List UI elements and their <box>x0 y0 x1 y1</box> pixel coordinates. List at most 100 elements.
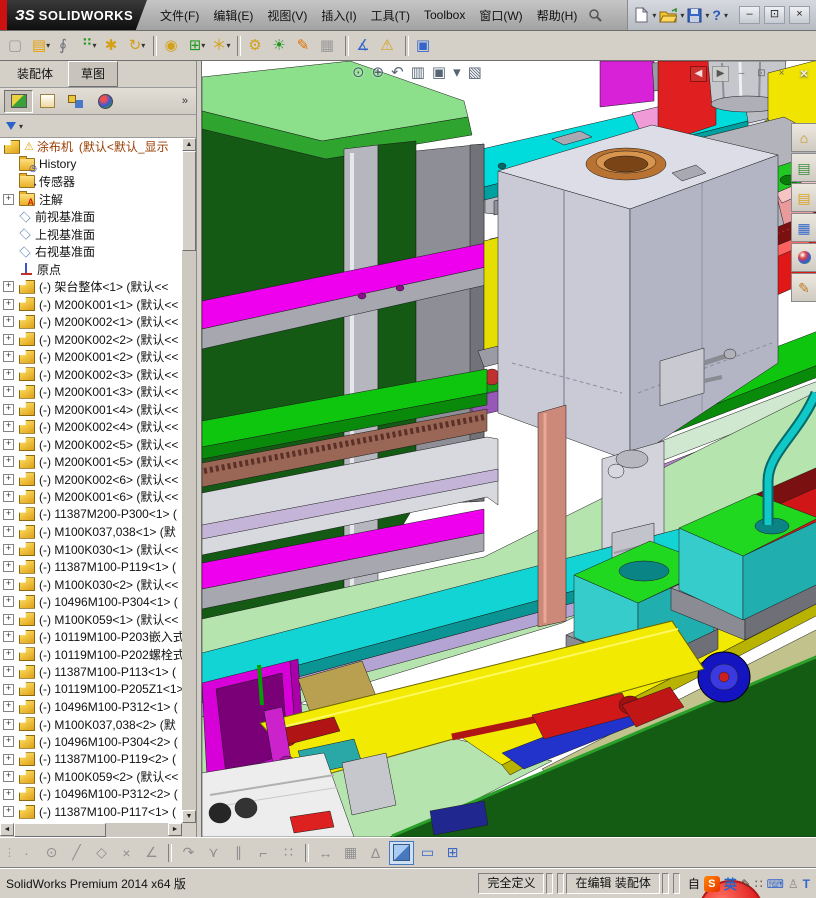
zoom-to-fit-icon[interactable]: ⊙ <box>352 63 365 81</box>
scrollbar-thumb[interactable] <box>182 151 196 251</box>
taskpane-home-tab[interactable]: ⌂ <box>791 123 816 152</box>
component-row[interactable]: + (-) M200K002<1> (默认<< <box>0 313 182 331</box>
tree-item[interactable]: + 传感器 <box>0 173 182 191</box>
component-row[interactable]: + (-) 架台整体<1> (默认<< <box>0 278 182 296</box>
display-style-icon[interactable]: ▧ <box>468 63 482 81</box>
assembly-features-button[interactable]: ⊞ ▾ <box>185 34 209 58</box>
taskpane-design-library-tab[interactable]: ▤ <box>791 153 816 182</box>
component-row[interactable]: + (-) 10119M100-P203嵌入式 <box>0 628 182 646</box>
taskpane-view-palette-tab[interactable]: ▦ <box>791 213 816 242</box>
scroll-down-icon[interactable]: ▼ <box>182 810 196 823</box>
configurationmanager-tab[interactable] <box>62 90 91 113</box>
close-button[interactable]: × <box>789 6 810 24</box>
show-hidden-components-button[interactable]: ◉ ▾ <box>161 34 185 58</box>
expand-icon[interactable]: + <box>3 456 14 468</box>
ime-keyboard-icon[interactable]: ⌨ <box>767 877 784 891</box>
sketch-spline-icon[interactable]: ⋎ <box>202 842 225 864</box>
taskpane-close-icon[interactable]: × <box>800 65 808 81</box>
expand-icon[interactable]: + <box>3 421 14 433</box>
smart-fasteners-button[interactable]: ✱ ▾ <box>101 34 125 58</box>
commandmanager-tab[interactable]: 草图 <box>68 61 119 87</box>
save-icon[interactable] <box>687 8 702 23</box>
expand-icon[interactable]: + <box>3 718 14 730</box>
scroll-left-icon[interactable]: ◄ <box>0 823 14 836</box>
new-dropdown-icon[interactable]: ▾ <box>652 11 656 20</box>
scroll-up-icon[interactable]: ▲ <box>182 138 196 151</box>
component-row[interactable]: + (-) 10496M100-P312<1> ( <box>0 698 182 716</box>
motion-study-button[interactable]: ⚙ ▾ <box>245 34 269 58</box>
menu-item[interactable]: 文件(F) <box>153 3 206 28</box>
ime-language-icon[interactable]: 英 <box>724 874 737 893</box>
expand-icon[interactable]: + <box>3 631 14 643</box>
open-dropdown-icon[interactable]: ▾ <box>680 11 684 20</box>
expand-icon[interactable]: + <box>3 666 14 678</box>
sketch-arc-icon[interactable]: ↷ <box>177 842 200 864</box>
sketch-trim-icon[interactable]: × <box>115 842 138 864</box>
component-row[interactable]: + (-) 10496M100-P312<2> ( <box>0 786 182 804</box>
component-row[interactable]: + (-) M200K002<6> (默认<< <box>0 471 182 489</box>
help-icon[interactable]: ? <box>712 7 721 23</box>
expand-icon[interactable]: + <box>3 438 14 450</box>
tree-item[interactable]: + History <box>0 155 182 174</box>
component-row[interactable]: + (-) M200K001<4> (默认<< <box>0 401 182 419</box>
menu-item[interactable]: 编辑(E) <box>206 3 260 28</box>
insert-component-button[interactable]: ▢ ▾ <box>5 34 29 58</box>
exploded-view-button[interactable]: ☀ ▾ <box>269 34 293 58</box>
sketch-point-icon[interactable]: · <box>15 842 38 864</box>
expand-icon[interactable]: + <box>3 351 14 363</box>
menu-item[interactable]: 工具(T) <box>364 3 417 28</box>
expand-icon[interactable]: + <box>3 193 14 205</box>
dimension-icon[interactable]: ↔ <box>314 842 337 864</box>
displaymanager-tab[interactable] <box>91 90 120 113</box>
tree-horizontal-scrollbar[interactable]: ◄ ► <box>0 823 196 837</box>
panel-expand-chevron[interactable]: » <box>182 95 192 107</box>
component-row[interactable]: + (-) M100K037,038<2> (默 <box>0 716 182 734</box>
tree-item[interactable]: + 注解 <box>0 190 182 209</box>
component-row[interactable]: + (-) M200K002<5> (默认<< <box>0 436 182 454</box>
section-view-icon[interactable]: ▥ <box>411 63 425 81</box>
expand-icon[interactable]: + <box>3 543 14 555</box>
filter-funnel-icon[interactable] <box>6 122 16 130</box>
tree-vertical-scrollbar[interactable]: ▲ ▼ <box>182 138 196 823</box>
sketch-circle-icon[interactable]: ⊙ <box>40 842 63 864</box>
expand-icon[interactable]: + <box>3 788 14 800</box>
sketch-corner-icon[interactable]: ⌐ <box>252 842 275 864</box>
zoom-to-area-icon[interactable]: ⊕ <box>372 63 385 81</box>
open-document-icon[interactable] <box>659 7 678 23</box>
taskpane-appearances-tab[interactable] <box>791 243 816 272</box>
shaded-view-button[interactable] <box>389 840 414 865</box>
menu-item[interactable]: 视图(V) <box>260 3 314 28</box>
expand-icon[interactable]: + <box>3 701 14 713</box>
ime-pen-icon[interactable]: ✎ <box>741 877 751 891</box>
expand-icon[interactable]: + <box>3 386 14 398</box>
angle-snap-icon[interactable]: ∆ <box>364 842 387 864</box>
help-dropdown-icon[interactable]: ▾ <box>724 11 728 20</box>
propertymanager-tab[interactable] <box>33 90 62 113</box>
sketch-parallel-icon[interactable]: ∥ <box>227 842 250 864</box>
document-minimize-button[interactable]: – <box>734 67 749 81</box>
hscrollbar-track[interactable] <box>106 823 168 837</box>
component-row[interactable]: + (-) M100K037,038<1> (默 <box>0 523 182 541</box>
sogou-logo-icon[interactable]: S <box>703 875 720 892</box>
instant3d-button[interactable]: ✎ ▾ <box>293 34 317 58</box>
menu-item[interactable]: Toolbox <box>417 4 472 26</box>
tree-item[interactable]: + 前视基准面 <box>0 208 182 226</box>
component-row[interactable]: + (-) M200K001<2> (默认<< <box>0 348 182 366</box>
commandmanager-tab[interactable]: 装配体 <box>4 61 67 87</box>
expand-icon[interactable]: + <box>3 316 14 328</box>
interference-detection-button[interactable]: ⚠ ▾ <box>377 34 401 58</box>
sketch-polygon-icon[interactable]: ◇ <box>90 842 113 864</box>
tree-item[interactable]: + 上视基准面 <box>0 226 182 244</box>
view-orientation-icon[interactable]: ▣ <box>432 63 446 81</box>
component-pattern-button[interactable]: ⠛ ▾ <box>77 34 101 58</box>
sketch-angle-icon[interactable]: ∠ <box>140 842 163 864</box>
nav-forward-button[interactable]: ▶ <box>711 66 729 82</box>
menu-item[interactable]: 插入(I) <box>314 3 363 28</box>
expand-icon[interactable]: + <box>3 491 14 503</box>
section-properties-button[interactable]: ▣ ▾ <box>413 34 437 58</box>
menu-item[interactable]: 窗口(W) <box>472 3 529 28</box>
component-row[interactable]: + (-) M100K059<2> (默认<< <box>0 768 182 786</box>
scroll-right-icon[interactable]: ► <box>168 823 182 836</box>
assembly-root-row[interactable]: ⚠ 涂布机 (默认<默认_显示 <box>0 138 182 156</box>
nav-back-button[interactable]: ◀ <box>689 66 707 82</box>
